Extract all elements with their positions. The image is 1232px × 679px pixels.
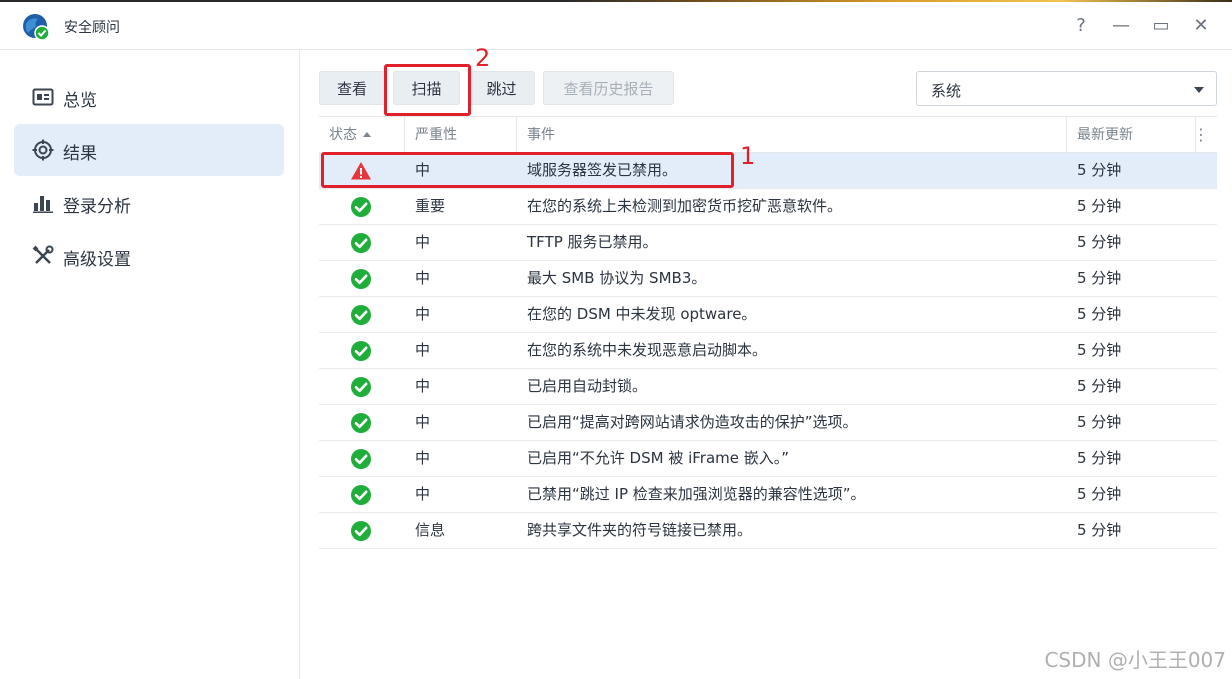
sidebar-item-label: 高级设置 xyxy=(63,250,131,270)
check-circle-icon xyxy=(350,340,372,362)
results-target-icon xyxy=(32,139,54,161)
check-circle-icon xyxy=(350,448,372,470)
column-menu-icon[interactable]: ⋮ xyxy=(1193,117,1209,153)
check-circle-icon xyxy=(350,196,372,218)
annotation-number-2: 2 xyxy=(475,44,491,72)
event-cell: 在您的系统中未发现恶意启动脚本。 xyxy=(527,341,768,359)
column-header-updated[interactable]: 最新更新 xyxy=(1077,117,1133,153)
column-header-severity[interactable]: 严重性 xyxy=(415,117,457,153)
severity-cell: 中 xyxy=(415,413,431,431)
event-cell: 已启用自动封锁。 xyxy=(527,377,648,395)
results-table: 状态 严重性 事件 最新更新 ⋮ 中域服务器签发已禁用。 5 分钟 重要 在您的系统上… xyxy=(319,116,1217,549)
table-row[interactable]: 中 已启用“提高对跨网站请求伪造攻击的保护”选项。 5 分钟 xyxy=(319,405,1217,441)
view-button[interactable]: 查看 xyxy=(319,71,385,105)
help-button[interactable]: ? xyxy=(1071,16,1091,36)
event-cell: TFTP 服务已禁用。 xyxy=(527,233,658,251)
severity-cell: 中 xyxy=(415,485,431,503)
severity-cell: 重要 xyxy=(415,197,446,215)
check-circle-icon xyxy=(350,484,372,506)
updated-cell: 5 分钟 xyxy=(1077,449,1122,467)
event-cell: 在您的系统上未检测到加密货币挖矿恶意软件。 xyxy=(527,197,843,215)
sidebar-item-label: 结果 xyxy=(63,144,97,164)
title-bar: 安全顾问 ? — ▭ ✕ xyxy=(0,2,1232,50)
sort-ascending-icon xyxy=(363,132,371,137)
event-cell: 跨共享文件夹的符号链接已禁用。 xyxy=(527,521,753,539)
event-cell: 已启用“提高对跨网站请求伪造攻击的保护”选项。 xyxy=(527,413,858,431)
app-title: 安全顾问 xyxy=(64,20,120,36)
category-filter-select[interactable]: 系统 xyxy=(916,71,1217,106)
severity-cell: 中 xyxy=(415,341,431,359)
event-cell: 已启用“不允许 DSM 被 iFrame 嵌入。” xyxy=(527,449,790,467)
table-row[interactable]: 中 在您的 DSM 中未发现 optware。 5 分钟 xyxy=(319,297,1217,333)
table-header: 状态 严重性 事件 最新更新 ⋮ xyxy=(319,116,1217,153)
table-row[interactable]: 中 已启用自动封锁。 5 分钟 xyxy=(319,369,1217,405)
check-circle-icon xyxy=(350,268,372,290)
updated-cell: 5 分钟 xyxy=(1077,305,1122,323)
table-body: 中域服务器签发已禁用。 5 分钟 重要 在您的系统上未检测到加密货币挖矿恶意软件。 5 … xyxy=(319,153,1217,549)
check-circle-icon xyxy=(350,520,372,542)
severity-cell: 信息 xyxy=(415,521,446,539)
check-circle-icon xyxy=(350,412,372,434)
check-circle-icon xyxy=(350,232,372,254)
sidebar-item-results[interactable]: 结果 xyxy=(14,124,284,176)
security-advisor-app-icon xyxy=(23,14,50,41)
updated-cell: 5 分钟 xyxy=(1077,233,1122,251)
scan-button[interactable]: 扫描 xyxy=(393,71,460,105)
table-row[interactable]: 中 已禁用“跳过 IP 检查来加强浏览器的兼容性选项”。 5 分钟 xyxy=(319,477,1217,513)
tools-icon xyxy=(32,245,54,264)
watermark: CSDN @小王王007 xyxy=(1044,648,1226,672)
table-row[interactable]: 中 在您的系统中未发现恶意启动脚本。 5 分钟 xyxy=(319,333,1217,369)
table-row[interactable]: 中 最大 SMB 协议为 SMB3。 5 分钟 xyxy=(319,261,1217,297)
severity-cell: 中 xyxy=(415,449,431,467)
severity-cell: 中 xyxy=(415,305,431,323)
sidebar-item-overview[interactable]: 总览 xyxy=(14,71,284,123)
sidebar: 总览 结果 登录分析 高级设置 xyxy=(0,51,300,679)
table-row[interactable]: 重要 在您的系统上未检测到加密货币挖矿恶意软件。 5 分钟 xyxy=(319,189,1217,225)
event-cell: 最大 SMB 协议为 SMB3。 xyxy=(527,269,707,287)
severity-cell: 中 xyxy=(415,161,431,179)
column-header-status[interactable]: 状态 xyxy=(329,117,371,153)
updated-cell: 5 分钟 xyxy=(1077,413,1122,431)
updated-cell: 5 分钟 xyxy=(1077,521,1122,539)
annotation-number-1: 1 xyxy=(740,142,756,170)
sidebar-item-label: 总览 xyxy=(63,91,97,111)
updated-cell: 5 分钟 xyxy=(1077,161,1122,179)
view-history-report-button[interactable]: 查看历史报告 xyxy=(543,71,674,105)
warning-triangle-icon xyxy=(350,160,372,182)
sidebar-item-advanced-settings[interactable]: 高级设置 xyxy=(14,230,284,282)
event-cell: 已禁用“跳过 IP 检查来加强浏览器的兼容性选项”。 xyxy=(527,485,866,503)
close-button[interactable]: ✕ xyxy=(1191,16,1211,36)
check-circle-icon xyxy=(350,304,372,326)
updated-cell: 5 分钟 xyxy=(1077,377,1122,395)
bar-chart-icon xyxy=(33,196,53,213)
column-header-event[interactable]: 事件 xyxy=(527,117,555,153)
severity-cell: 中 xyxy=(415,377,431,395)
severity-cell: 中 xyxy=(415,269,431,287)
table-row[interactable]: 信息 跨共享文件夹的符号链接已禁用。 5 分钟 xyxy=(319,513,1217,549)
check-circle-icon xyxy=(350,376,372,398)
maximize-button[interactable]: ▭ xyxy=(1151,16,1171,36)
updated-cell: 5 分钟 xyxy=(1077,341,1122,359)
overview-icon xyxy=(32,88,54,106)
sidebar-item-login-analysis[interactable]: 登录分析 xyxy=(14,177,284,229)
updated-cell: 5 分钟 xyxy=(1077,269,1122,287)
updated-cell: 5 分钟 xyxy=(1077,485,1122,503)
updated-cell: 5 分钟 xyxy=(1077,197,1122,215)
table-row[interactable]: 中 域服务器签发已禁用。 5 分钟 xyxy=(319,153,1217,189)
event-cell: 域服务器签发已禁用。 xyxy=(527,161,678,179)
table-row[interactable]: 中 已启用“不允许 DSM 被 iFrame 嵌入。” 5 分钟 xyxy=(319,441,1217,477)
severity-cell: 中 xyxy=(415,233,431,251)
category-filter-value: 系统 xyxy=(931,82,962,100)
event-cell: 在您的 DSM 中未发现 optware。 xyxy=(527,305,757,323)
caret-down-icon xyxy=(1194,87,1204,93)
minimize-button[interactable]: — xyxy=(1111,16,1131,36)
skip-button[interactable]: 跳过 xyxy=(468,71,535,105)
table-row[interactable]: 中 TFTP 服务已禁用。 5 分钟 xyxy=(319,225,1217,261)
sidebar-item-label: 登录分析 xyxy=(63,197,131,217)
